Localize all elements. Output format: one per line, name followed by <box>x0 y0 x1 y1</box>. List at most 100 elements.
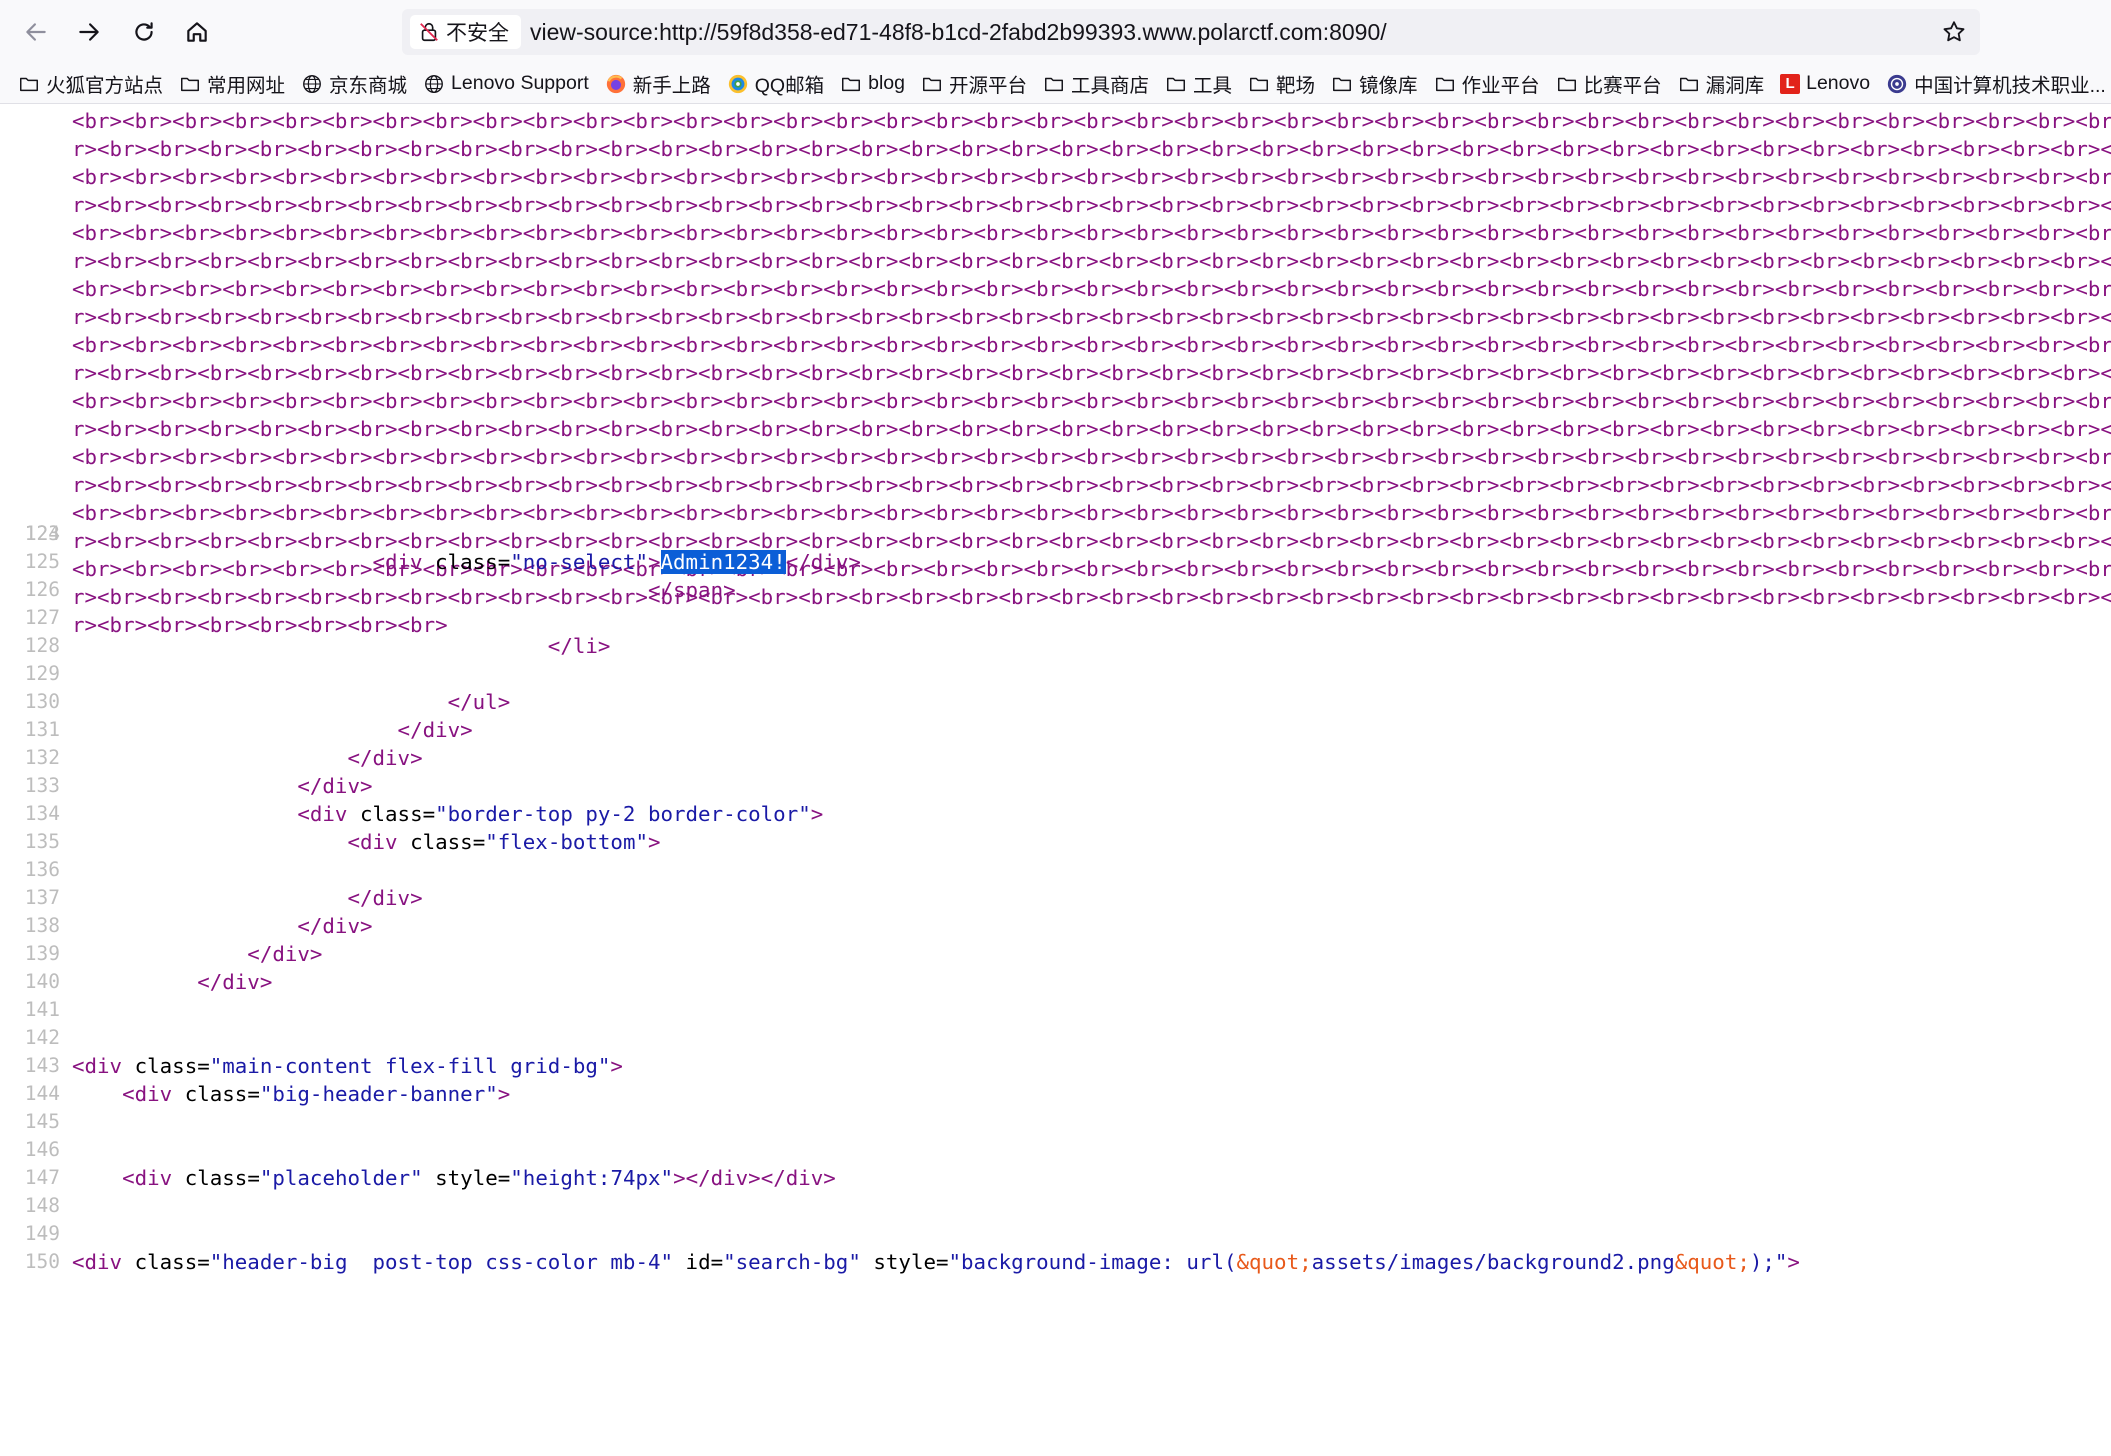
line-number: 138 <box>24 914 60 937</box>
bookmark-item[interactable]: 比赛平台 <box>1556 69 1662 98</box>
bookmark-item[interactable]: 镜像库 <box>1331 69 1418 98</box>
bookmark-label: 常用网址 <box>207 75 286 97</box>
reload-icon <box>135 22 153 41</box>
site-security-indicator[interactable]: 不安全 <box>410 15 521 49</box>
bookmark-label: 开源平台 <box>948 75 1027 97</box>
line-number: 135 <box>24 830 60 853</box>
globe-icon <box>423 73 445 95</box>
br-tag-row: <br><br><br><br><br><br><br><br><br><br>… <box>72 445 2111 469</box>
url-bar[interactable]: 不安全 view-source:http://59f8d358-ed71-48f… <box>402 9 1980 55</box>
line-number: 128 <box>24 634 60 657</box>
bookmark-item[interactable]: 工具 <box>1165 69 1232 98</box>
bookmark-label: 比赛平台 <box>1583 75 1662 97</box>
bookmarks-bar: 火狐官方站点 常用网址 京东商城 Lenovo Support 新手上路 QQ邮箱 blog… <box>0 64 2111 104</box>
bookmark-label: 火狐官方站点 <box>46 75 164 97</box>
home-button[interactable] <box>175 10 219 54</box>
globe-icon <box>301 73 323 95</box>
home-icon <box>187 22 207 42</box>
bookmark-item[interactable]: 常用网址 <box>179 69 285 98</box>
bookmark-item[interactable]: 开源平台 <box>921 69 1027 98</box>
line-number: 137 <box>24 886 60 909</box>
source-line-134: 134 <div class="border-top py-2 border-c… <box>0 800 2111 828</box>
bookmark-label: 工具 <box>1193 75 1233 97</box>
source-line-127: 127 <box>0 604 2111 632</box>
br-tag-row: r><br><br><br><br><br><br><br><br><br><b… <box>72 361 2111 385</box>
line-number: 144 <box>24 1082 60 1105</box>
lenovo-icon: L <box>1780 73 1801 94</box>
line-number: 142 <box>24 1026 60 1049</box>
url-text[interactable]: view-source:http://59f8d358-ed71-48f8-b1… <box>530 9 1387 55</box>
line-number: 149 <box>24 1222 60 1245</box>
bookmark-item[interactable]: 漏洞库 <box>1678 69 1764 98</box>
br-tag-row: r><br><br><br><br><br><br><br><br><br><b… <box>72 137 2111 161</box>
br-tag-row: <br><br><br><br><br><br><br><br><br><br>… <box>72 109 2111 133</box>
bookmark-item[interactable]: Lenovo Support <box>423 72 589 95</box>
bookmark-star-icon <box>1943 21 1965 42</box>
source-line-143: 143 <div class="main-content flex-fill gr… <box>0 1052 2111 1080</box>
security-label: 不安全 <box>446 22 509 45</box>
qq-mail-icon <box>727 73 749 95</box>
source-line-126: 126 </span> <box>0 576 2111 604</box>
bookmark-item[interactable]: 火狐官方站点 <box>18 69 163 98</box>
source-line-129: 129 <box>0 660 2111 688</box>
cert-icon <box>1886 73 1908 95</box>
forward-icon <box>79 23 99 41</box>
bookmark-label: Lenovo <box>1806 72 1871 94</box>
source-line-123: 123 <div class="no-select">Admin1234!</d… <box>0 492 2111 574</box>
bookmark-item[interactable]: blog <box>840 72 905 95</box>
bookmark-label: Lenovo Support <box>451 72 589 94</box>
source-line-138: 138 </div> <box>0 912 2111 940</box>
browser-toolbar: 不安全 view-source:http://59f8d358-ed71-48f… <box>0 0 2111 64</box>
line-number: 147 <box>24 1166 60 1189</box>
source-line-149: 149 <box>0 1220 2111 1248</box>
view-source-content: <br><br><br><br><br><br><br><br><br><br>… <box>0 105 2111 1456</box>
folder-icon <box>1165 73 1187 95</box>
bookmark-label: 靶场 <box>1276 75 1316 97</box>
source-line-132: 132 </div> <box>0 744 2111 772</box>
br-tag-row: <br><br><br><br><br><br><br><br><br><br>… <box>72 389 2111 413</box>
line-number: 148 <box>24 1194 60 1217</box>
source-line-140: 140 </div> <box>0 968 2111 996</box>
folder-icon <box>1678 73 1700 95</box>
bookmark-item[interactable]: 中国计算机技术职业... <box>1886 69 2106 98</box>
bookmark-item[interactable]: 作业平台 <box>1434 69 1540 98</box>
line-number: 133 <box>24 774 60 797</box>
insecure-lock-icon <box>420 22 438 42</box>
br-tag-row: <br><br><br><br><br><br><br><br><br><br>… <box>72 277 2111 301</box>
line-number: 139 <box>24 942 60 965</box>
line-number: 131 <box>24 718 60 741</box>
line-number: 132 <box>24 746 60 769</box>
bookmark-label: QQ邮箱 <box>754 75 825 97</box>
br-tag-row: <br><br><br><br><br><br><br><br><br><br>… <box>72 165 2111 189</box>
line-number: 134 <box>24 802 60 825</box>
source-line-146: 146 <box>0 1136 2111 1164</box>
bookmark-item[interactable]: L Lenovo <box>1780 72 1870 95</box>
line-number: 150 <box>24 1250 60 1273</box>
back-button[interactable] <box>14 10 58 54</box>
source-line-130: 130 </ul> <box>0 688 2111 716</box>
reload-button[interactable] <box>122 10 166 54</box>
forward-button[interactable] <box>67 10 111 54</box>
source-line-142: 142 <box>0 1024 2111 1052</box>
bookmark-label: 工具商店 <box>1071 75 1150 97</box>
bookmark-label: 作业平台 <box>1461 75 1540 97</box>
bookmark-item[interactable]: 工具商店 <box>1043 69 1149 98</box>
line-number: 126 <box>24 578 60 601</box>
bookmark-item[interactable]: 靶场 <box>1248 69 1315 98</box>
source-line-131: 131 </div> <box>0 716 2111 744</box>
line-number: 127 <box>24 606 60 629</box>
line-number: 124 <box>24 522 60 545</box>
line-number: 136 <box>24 858 60 881</box>
bookmark-item[interactable]: 京东商城 <box>301 69 407 98</box>
bookmark-item[interactable]: QQ邮箱 <box>727 69 824 98</box>
bookmark-label: blog <box>868 72 905 94</box>
folder-icon <box>840 73 862 95</box>
source-line-148: 148 <box>0 1192 2111 1220</box>
br-tag-row: r><br><br><br><br><br><br><br><br><br><b… <box>72 305 2111 329</box>
source-line-141: 141 <box>0 996 2111 1024</box>
bookmark-label: 镜像库 <box>1359 75 1418 97</box>
bookmark-star-button[interactable] <box>1938 16 1970 48</box>
line-number: 125 <box>24 550 60 573</box>
br-tag-row: r><br><br><br><br><br><br><br><br><br><b… <box>72 249 2111 273</box>
bookmark-item[interactable]: 新手上路 <box>605 69 711 98</box>
